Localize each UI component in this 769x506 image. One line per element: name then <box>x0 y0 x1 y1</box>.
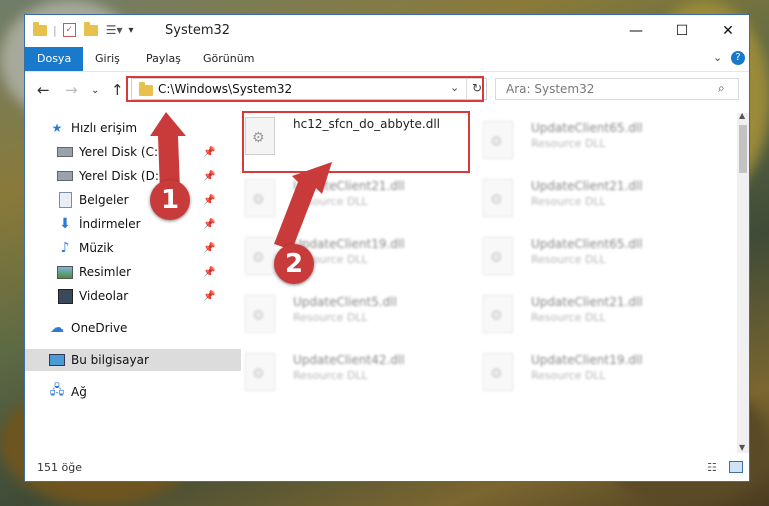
step-2-badge: 2 <box>274 244 314 284</box>
annotation-arrows <box>150 112 332 250</box>
annotation-arrow-2 <box>274 162 332 250</box>
step-1-badge: 1 <box>150 180 190 220</box>
